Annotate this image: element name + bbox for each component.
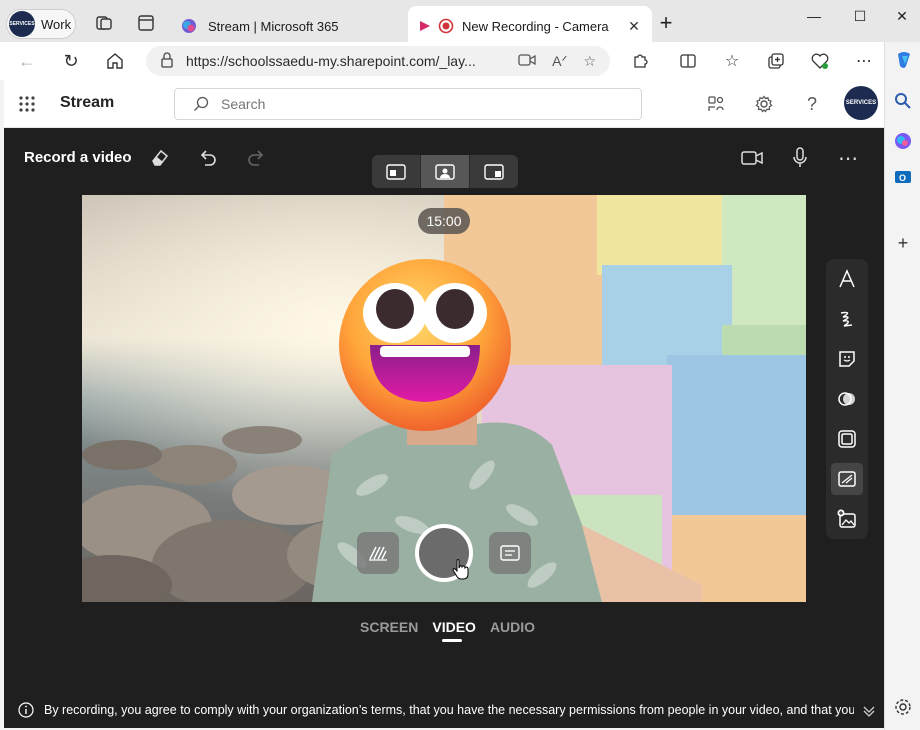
- tab-title: New Recording - Camera: [462, 18, 609, 34]
- collections-icon[interactable]: [766, 51, 786, 71]
- app-name[interactable]: Stream: [60, 94, 114, 112]
- layout-selector: [372, 155, 518, 188]
- screen-and-camera-layout-icon[interactable]: [469, 155, 518, 188]
- settings-more-icon[interactable]: ⋯: [854, 51, 874, 71]
- profile-avatar: SERVICES: [9, 11, 35, 37]
- mode-video-label: VIDEO: [432, 619, 476, 635]
- mode-audio[interactable]: AUDIO: [490, 619, 535, 635]
- split-screen-icon[interactable]: [678, 51, 698, 71]
- eraser-icon[interactable]: [148, 146, 172, 170]
- lock-icon: [160, 51, 176, 71]
- refresh-icon[interactable]: ↻: [60, 50, 82, 72]
- background-image-icon[interactable]: [831, 503, 863, 535]
- extensions-icon[interactable]: [630, 51, 650, 71]
- active-mode-indicator: [442, 639, 463, 642]
- browser-sidebar: O +: [884, 42, 920, 730]
- search-box[interactable]: [174, 88, 642, 120]
- minimize-icon[interactable]: —: [800, 8, 828, 28]
- address-bar-row: ← ↻ https://schoolssaedu-my.sharepoint.c…: [0, 42, 884, 80]
- search-sidebar-icon[interactable]: [894, 92, 912, 110]
- info-icon: [18, 702, 34, 718]
- tab-new-recording[interactable]: New Recording - Camera ✕: [408, 6, 652, 46]
- tab-stream[interactable]: Stream | Microsoft 365: [170, 6, 408, 46]
- app-launcher-icon[interactable]: [18, 95, 36, 113]
- favorite-star-icon[interactable]: ☆: [583, 53, 596, 70]
- consent-disclaimer: By recording, you agree to comply with y…: [4, 695, 884, 725]
- favorites-icon[interactable]: ☆: [722, 51, 742, 71]
- browser-essentials-icon[interactable]: [810, 51, 830, 71]
- copilot-icon[interactable]: [894, 50, 912, 68]
- recorder-panel: Record a video ⋯ 15:00 SCREEN VIDEO AUDI…: [4, 128, 884, 728]
- profile-label: Work: [41, 16, 72, 32]
- new-tab-button[interactable]: +: [654, 12, 678, 36]
- tab-actions-icon[interactable]: [136, 13, 156, 33]
- camera-only-layout-icon[interactable]: [420, 155, 469, 188]
- user-avatar[interactable]: SERVICES: [844, 86, 878, 120]
- text-icon[interactable]: [831, 263, 863, 295]
- back-icon[interactable]: ←: [16, 50, 38, 72]
- outlook-icon[interactable]: O: [894, 168, 912, 186]
- microphone-icon[interactable]: [788, 146, 812, 170]
- pen-icon[interactable]: [831, 303, 863, 335]
- help-icon[interactable]: ?: [802, 94, 822, 114]
- redo-icon[interactable]: [244, 146, 268, 170]
- share-people-icon[interactable]: [706, 94, 726, 114]
- workspaces-icon[interactable]: [94, 13, 114, 33]
- recording-mode-tabs: SCREEN VIDEO AUDIO: [360, 619, 535, 642]
- close-tab-icon[interactable]: ✕: [624, 18, 644, 35]
- recorder-title: Record a video: [24, 149, 132, 166]
- maximize-icon[interactable]: ☐: [846, 8, 874, 28]
- home-icon[interactable]: [104, 50, 126, 72]
- profile-button[interactable]: SERVICES Work: [6, 9, 76, 39]
- more-icon[interactable]: ⋯: [836, 146, 860, 170]
- teleprompter-icon[interactable]: [489, 532, 531, 574]
- browser-tab-strip: SERVICES Work Stream | Microsoft 365 New…: [0, 0, 920, 46]
- sticker-icon[interactable]: [831, 343, 863, 375]
- mouse-cursor-icon: [452, 558, 470, 585]
- m365-copilot-icon[interactable]: [894, 132, 912, 150]
- background-effects-icon[interactable]: [357, 532, 399, 574]
- sidebar-settings-icon[interactable]: [894, 698, 912, 716]
- disclaimer-text: By recording, you agree to comply with y…: [44, 703, 854, 717]
- search-input[interactable]: [221, 96, 641, 112]
- url-field[interactable]: https://schoolssaedu-my.sharepoint.com/_…: [146, 46, 610, 76]
- add-sidebar-app-icon[interactable]: +: [894, 234, 912, 252]
- screen-only-layout-icon[interactable]: [372, 155, 420, 188]
- settings-gear-icon[interactable]: [754, 94, 774, 114]
- undo-icon[interactable]: [196, 146, 220, 170]
- filter-icon[interactable]: [831, 383, 863, 415]
- search-icon: [193, 96, 209, 112]
- mode-video[interactable]: VIDEO: [432, 619, 476, 642]
- mode-screen[interactable]: SCREEN: [360, 619, 418, 635]
- url-text: https://schoolssaedu-my.sharepoint.com/_…: [186, 53, 476, 69]
- frame-icon[interactable]: [831, 423, 863, 455]
- chevron-down-icon[interactable]: [854, 703, 884, 717]
- recording-timer: 15:00: [418, 208, 470, 234]
- stream-header: Stream ? SERVICES: [4, 80, 884, 128]
- camera-icon[interactable]: [740, 146, 764, 170]
- background-blur-icon[interactable]: [831, 463, 863, 495]
- copilot-favicon-icon: [180, 17, 198, 35]
- stream-favicon-icon: [418, 17, 456, 35]
- read-aloud-icon[interactable]: Aᐟ: [552, 53, 567, 70]
- close-window-icon[interactable]: ✕: [888, 8, 916, 28]
- video-capture-icon[interactable]: [518, 53, 536, 70]
- tab-title: Stream | Microsoft 365: [208, 18, 339, 34]
- effects-toolbar: [826, 259, 868, 539]
- svg-text:O: O: [899, 173, 906, 183]
